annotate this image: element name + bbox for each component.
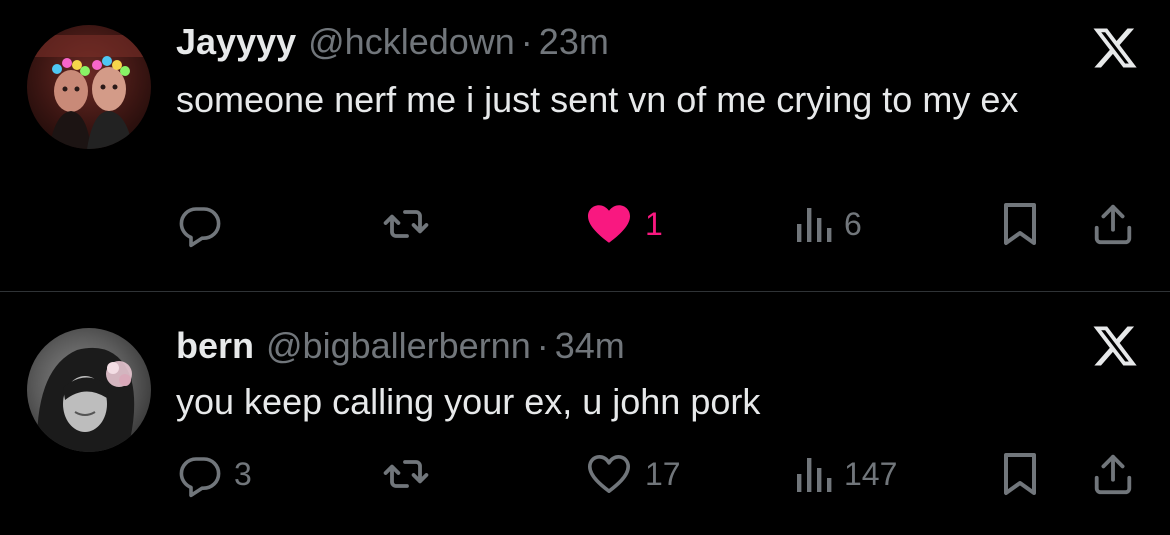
like-count: 17 (645, 455, 681, 492)
bookmark-button[interactable] (998, 199, 1042, 249)
tweet-actions: 3 17 147 (0, 449, 1170, 499)
bookmark-button[interactable] (998, 449, 1042, 499)
share-button[interactable] (1090, 199, 1136, 249)
timestamp[interactable]: 23m (539, 20, 609, 64)
separator-dot: · (536, 325, 549, 366)
timestamp[interactable]: 34m (555, 324, 625, 368)
tweet-header: Jayyyy @hckledown · 23m (176, 20, 609, 64)
reply-icon (176, 200, 224, 248)
user-handle[interactable]: @hckledown (308, 20, 515, 64)
retweet-icon (380, 200, 432, 248)
x-logo-icon (1090, 322, 1140, 370)
view-count: 147 (844, 455, 898, 492)
tweet-text: you keep calling your ex, u john pork (176, 381, 761, 422)
avatar[interactable] (27, 328, 151, 452)
view-count: 6 (844, 205, 862, 242)
like-button[interactable]: 17 (583, 449, 681, 499)
reply-icon (176, 450, 224, 498)
bookmark-icon (998, 450, 1042, 498)
heart-filled-icon (583, 200, 635, 248)
user-handle[interactable]: @bigballerbernn (266, 324, 531, 368)
tweet-header: bern @bigballerbernn · 34m (176, 324, 625, 368)
share-icon (1090, 450, 1136, 498)
like-button[interactable]: 1 (583, 199, 663, 249)
display-name[interactable]: Jayyyy (176, 20, 296, 64)
tweet[interactable]: bern @bigballerbernn · 34m you keep call… (0, 292, 1170, 535)
display-name[interactable]: bern (176, 324, 254, 368)
retweet-button[interactable] (380, 199, 442, 249)
tweet-actions: 1 6 (0, 199, 1170, 249)
tweet[interactable]: Jayyyy @hckledown · 23m someone nerf me … (0, 0, 1170, 291)
like-count: 1 (645, 205, 663, 242)
share-icon (1090, 200, 1136, 248)
heart-outline-icon (583, 450, 635, 498)
bookmark-icon (998, 200, 1042, 248)
separator-dot: · (520, 21, 533, 62)
reply-button[interactable]: 3 (176, 449, 252, 499)
x-logo-icon (1090, 24, 1140, 72)
retweet-button[interactable] (380, 449, 442, 499)
views-button[interactable]: 6 (792, 199, 862, 249)
avatar[interactable] (27, 25, 151, 149)
views-button[interactable]: 147 (792, 449, 897, 499)
retweet-icon (380, 450, 432, 498)
reply-button[interactable] (176, 199, 234, 249)
tweet-feed: Jayyyy @hckledown · 23m someone nerf me … (0, 0, 1170, 535)
views-icon (792, 200, 834, 248)
reply-count: 3 (234, 455, 252, 492)
views-icon (792, 450, 834, 498)
tweet-text: someone nerf me i just sent vn of me cry… (176, 79, 1019, 120)
share-button[interactable] (1090, 449, 1136, 499)
